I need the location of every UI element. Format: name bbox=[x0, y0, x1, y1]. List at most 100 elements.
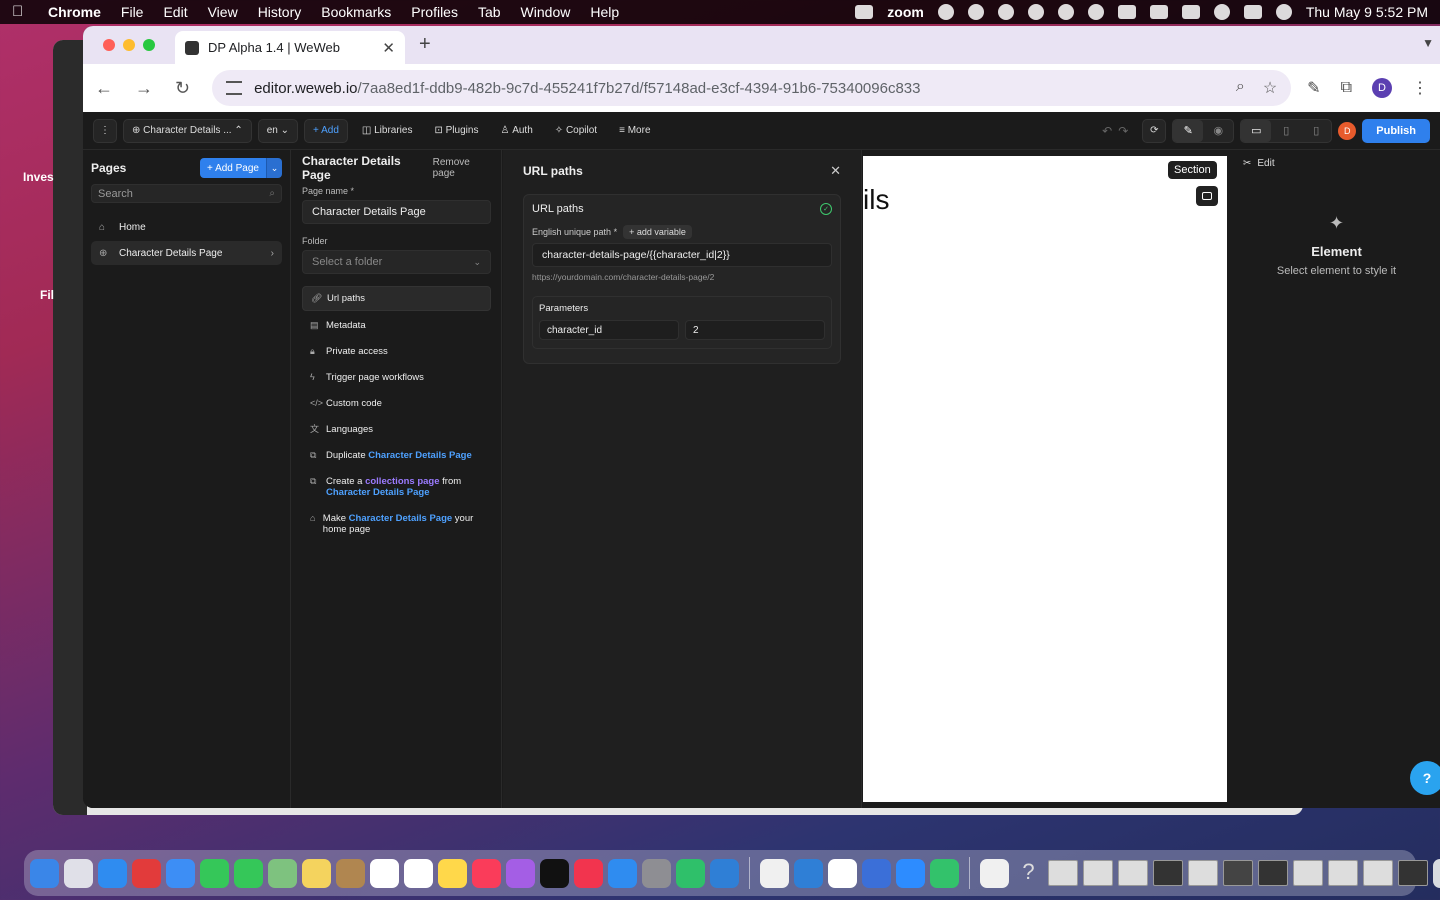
page-selector-dropdown[interactable]: ⊕ Character Details ... ⌃ bbox=[123, 118, 252, 143]
launchpad-icon[interactable] bbox=[64, 858, 93, 888]
grammarly-icon[interactable] bbox=[1027, 4, 1044, 20]
page-item-character-details[interactable]: ⊕ Character Details Page › bbox=[91, 241, 282, 265]
window-thumbnail[interactable] bbox=[1118, 860, 1148, 886]
window-thumbnail[interactable] bbox=[1153, 860, 1183, 886]
display-icon[interactable] bbox=[1181, 5, 1200, 19]
app-store-icon[interactable] bbox=[608, 858, 637, 888]
back-arrow-icon[interactable]: ← bbox=[95, 78, 113, 99]
menu-edit[interactable]: Edit bbox=[163, 4, 187, 20]
reminders-icon[interactable] bbox=[404, 858, 433, 888]
system-settings-icon[interactable] bbox=[642, 858, 671, 888]
photos-icon[interactable] bbox=[302, 858, 331, 888]
window-thumbnail[interactable] bbox=[1258, 860, 1288, 886]
bookmark-star-icon[interactable]: ☆ bbox=[1263, 78, 1277, 98]
creative-cloud-icon[interactable] bbox=[967, 4, 984, 20]
menu-profiles[interactable]: Profiles bbox=[411, 4, 458, 20]
window-thumbnail[interactable] bbox=[1083, 860, 1113, 886]
editor-menu-icon[interactable]: ⋮ bbox=[93, 118, 117, 143]
edit-mode-pencil-icon[interactable]: ✎ bbox=[1173, 119, 1204, 142]
notification-icon[interactable] bbox=[997, 4, 1014, 20]
menu-metadata[interactable]: ▤ Metadata bbox=[302, 314, 491, 337]
browser-menu-icon[interactable]: ⋮ bbox=[1412, 78, 1428, 98]
page-item-home[interactable]: ⌂ Home bbox=[91, 215, 282, 239]
profile-avatar[interactable]: D bbox=[1372, 78, 1392, 98]
param-name-input[interactable]: character_id bbox=[539, 320, 679, 340]
window-thumbnail[interactable] bbox=[1363, 860, 1393, 886]
battery-icon[interactable] bbox=[1117, 5, 1136, 19]
notes-app-icon[interactable] bbox=[336, 858, 365, 888]
menu-private-access[interactable]: 🔒︎ Private access bbox=[302, 340, 491, 363]
zoom-app-icon[interactable] bbox=[896, 858, 925, 888]
spotlight-search-icon[interactable] bbox=[1213, 4, 1230, 20]
param-value-input[interactable]: 2 bbox=[685, 320, 825, 340]
grid-app-icon[interactable] bbox=[862, 858, 891, 888]
minimize-window-icon[interactable] bbox=[123, 39, 135, 51]
browser-tab[interactable]: DP Alpha 1.4 | WeWeb ✕ bbox=[175, 31, 405, 64]
zoom-magnifier-icon[interactable]: ⌕ bbox=[1236, 78, 1245, 98]
menu-clock[interactable]: Thu May 9 5:52 PM bbox=[1306, 4, 1428, 20]
edit-tab[interactable]: Edit bbox=[1257, 158, 1274, 169]
close-window-icon[interactable] bbox=[103, 39, 115, 51]
app-status-icon[interactable] bbox=[937, 4, 954, 20]
close-tab-icon[interactable]: ✕ bbox=[382, 39, 395, 57]
menu-file[interactable]: File bbox=[121, 4, 144, 20]
publish-button[interactable]: Publish bbox=[1362, 118, 1430, 143]
menu-help[interactable]: Help bbox=[590, 4, 619, 20]
chat-status-icon[interactable] bbox=[1057, 4, 1074, 20]
section-settings-icon[interactable] bbox=[1196, 186, 1218, 206]
reload-icon[interactable]: ↻ bbox=[175, 78, 190, 99]
calendar-icon[interactable] bbox=[370, 858, 399, 888]
address-bar[interactable]: editor.weweb.io/7aa8ed1f-ddb9-482b-9c7d-… bbox=[212, 70, 1292, 106]
menu-languages[interactable]: 文 Languages bbox=[302, 418, 491, 441]
facetime-icon[interactable] bbox=[200, 858, 229, 888]
trash-icon[interactable] bbox=[1433, 858, 1440, 888]
slack-icon[interactable] bbox=[828, 858, 857, 888]
menu-make-home[interactable]: ⌂ Make Character Details Page your home … bbox=[302, 507, 491, 541]
site-settings-icon[interactable] bbox=[226, 81, 243, 95]
help-question-icon[interactable]: ? bbox=[1014, 859, 1043, 888]
window-thumbnail[interactable] bbox=[1293, 860, 1323, 886]
window-thumbnail[interactable] bbox=[1188, 860, 1218, 886]
canvas-heading-text[interactable]: ils bbox=[863, 184, 889, 216]
apple-tv-icon[interactable] bbox=[540, 858, 569, 888]
undo-icon[interactable]: ↶ bbox=[1102, 124, 1112, 138]
window-thumbnail[interactable] bbox=[1328, 860, 1358, 886]
tab-search-chevron-icon[interactable]: ▼ bbox=[1422, 36, 1434, 50]
mobile-icon[interactable]: ▯ bbox=[1301, 124, 1331, 137]
news-icon[interactable] bbox=[574, 858, 603, 888]
messenger-icon[interactable] bbox=[794, 858, 823, 888]
section-badge[interactable]: Section bbox=[1168, 161, 1217, 179]
facetime-alt-icon[interactable] bbox=[676, 858, 705, 888]
menu-trigger-workflows[interactable]: ϟ Trigger page workflows bbox=[302, 366, 491, 389]
desktop-icon[interactable]: ▭ bbox=[1241, 119, 1272, 142]
document-icon[interactable] bbox=[980, 858, 1009, 888]
zoom-status-label[interactable]: zoom bbox=[887, 4, 924, 20]
window-thumbnail[interactable] bbox=[1048, 860, 1078, 886]
chevron-right-icon[interactable]: › bbox=[271, 248, 274, 259]
menu-create-collections[interactable]: ⧉ Create a collections page from Characte… bbox=[302, 470, 491, 504]
scrivener-icon[interactable] bbox=[132, 858, 161, 888]
copilot-button[interactable]: ✧ Copilot bbox=[547, 119, 605, 143]
path-input[interactable]: character-details-page/{{character_id|2}… bbox=[532, 243, 832, 267]
editor-canvas[interactable]: ils bbox=[863, 156, 1227, 802]
control-center-icon[interactable] bbox=[1243, 5, 1262, 19]
messages-icon[interactable] bbox=[234, 858, 263, 888]
remove-page-button[interactable]: Remove page bbox=[433, 157, 491, 179]
language-selector[interactable]: en ⌄ bbox=[257, 118, 299, 143]
play-icon[interactable] bbox=[1087, 4, 1104, 20]
wifi-icon[interactable] bbox=[1149, 5, 1168, 19]
pages-search-input[interactable]: Search ⌕ bbox=[91, 184, 282, 203]
apple-icon[interactable]:  bbox=[12, 4, 28, 20]
add-variable-button[interactable]: + add variable bbox=[623, 225, 692, 239]
redo-icon[interactable]: ↷ bbox=[1118, 124, 1128, 138]
mail-icon[interactable] bbox=[166, 858, 195, 888]
chrome-icon[interactable] bbox=[760, 858, 789, 888]
menu-url-paths[interactable]: 🔗︎ Url paths bbox=[302, 286, 491, 311]
k-app-icon[interactable] bbox=[855, 5, 874, 19]
maximize-window-icon[interactable] bbox=[143, 39, 155, 51]
add-page-button[interactable]: + Add Page bbox=[200, 158, 266, 178]
notes-icon[interactable] bbox=[438, 858, 467, 888]
podcasts-icon[interactable] bbox=[506, 858, 535, 888]
menu-duplicate[interactable]: ⧉ Duplicate Character Details Page bbox=[302, 444, 491, 467]
auth-button[interactable]: ♙ Auth bbox=[492, 119, 540, 143]
